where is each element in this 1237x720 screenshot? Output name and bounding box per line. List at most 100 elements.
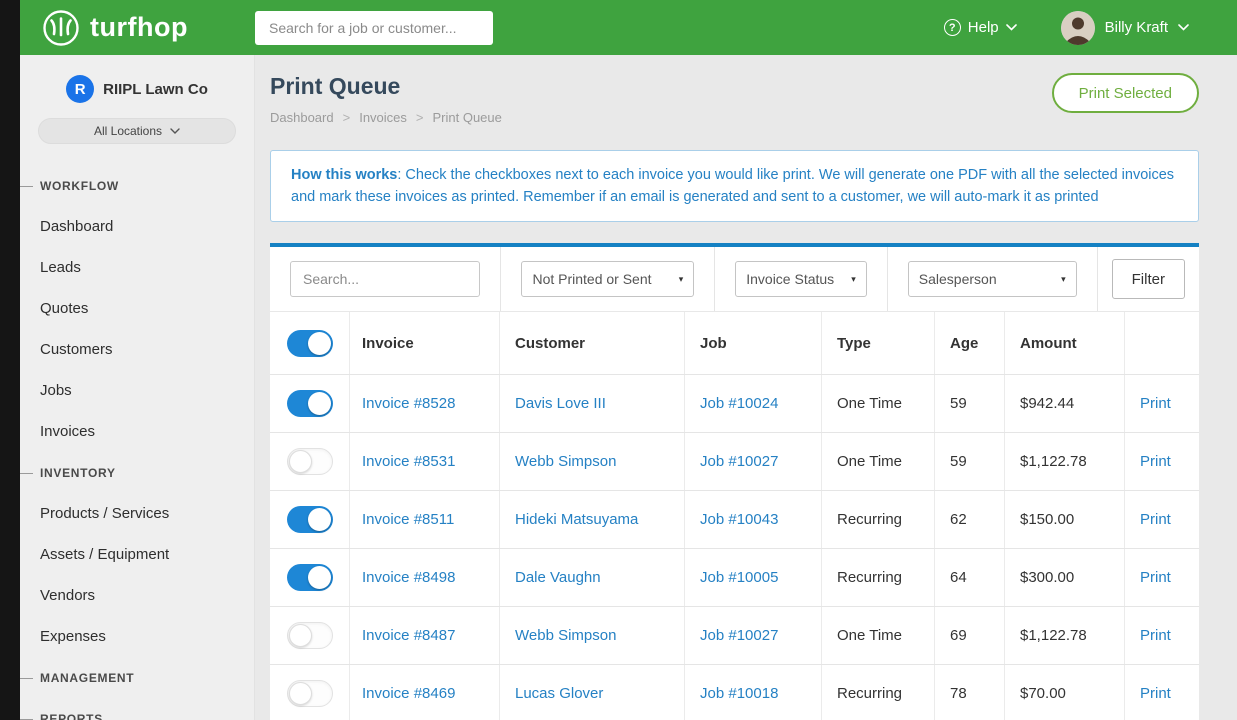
sidebar-item-quotes[interactable]: Quotes <box>20 288 254 329</box>
invoices-table: InvoiceCustomerJobTypeAgeAmountInvoice #… <box>270 312 1199 720</box>
invoice-link[interactable]: Invoice #8469 <box>350 665 500 720</box>
age-cell: 59 <box>935 375 1005 432</box>
invoice-link[interactable]: Invoice #8498 <box>350 549 500 606</box>
toggle-knob <box>308 332 331 355</box>
select-all-toggle[interactable] <box>287 330 333 357</box>
print-link[interactable]: Print <box>1125 549 1199 606</box>
sidebar-item-jobs[interactable]: Jobs <box>20 370 254 411</box>
column-header-age: Age <box>935 312 1005 374</box>
app-logo[interactable]: turfhop <box>42 9 255 47</box>
job-link[interactable]: Job #10043 <box>685 491 822 548</box>
filter-search-cell <box>270 247 501 311</box>
customer-link[interactable]: Webb Simpson <box>500 607 685 664</box>
filter-button[interactable]: Filter <box>1112 259 1185 299</box>
amount-cell: $300.00 <box>1005 549 1125 606</box>
job-link[interactable]: Job #10005 <box>685 549 822 606</box>
row-select-toggle[interactable] <box>287 506 333 533</box>
topbar: turfhop ? Help Billy Kraft <box>20 0 1237 55</box>
age-cell: 64 <box>935 549 1005 606</box>
column-header-amount: Amount <box>1005 312 1125 374</box>
section-dash <box>20 678 33 679</box>
info-box: How this works: Check the checkboxes nex… <box>270 150 1199 222</box>
print-link[interactable]: Print <box>1125 375 1199 432</box>
printed-filter-select[interactable]: Not Printed or Sent ▾ <box>521 261 694 297</box>
sidebar-item-customers[interactable]: Customers <box>20 329 254 370</box>
sidebar: R RIIPL Lawn Co All Locations WORKFLOW Da… <box>20 55 255 720</box>
user-name: Billy Kraft <box>1105 19 1168 36</box>
sidebar-section-inventory: INVENTORY <box>20 452 254 493</box>
salesperson-select[interactable]: Salesperson ▾ <box>908 261 1077 297</box>
sidebar-item-vendors[interactable]: Vendors <box>20 575 254 616</box>
row-select-cell <box>270 433 350 490</box>
row-select-toggle[interactable] <box>287 680 333 707</box>
toggle-knob <box>308 508 331 531</box>
sidebar-item-products-services[interactable]: Products / Services <box>20 493 254 534</box>
sidebar-item-dashboard[interactable]: Dashboard <box>20 206 254 247</box>
row-select-toggle[interactable] <box>287 390 333 417</box>
section-header-label: REPORTS <box>40 712 103 720</box>
breadcrumb-dashboard[interactable]: Dashboard <box>270 110 334 125</box>
customer-link[interactable]: Lucas Glover <box>500 665 685 720</box>
breadcrumb-invoices[interactable]: Invoices <box>359 110 407 125</box>
breadcrumb-separator: > <box>343 110 351 125</box>
job-link[interactable]: Job #10027 <box>685 433 822 490</box>
job-link[interactable]: Job #10024 <box>685 375 822 432</box>
sidebar-section-reports: REPORTS <box>20 698 254 720</box>
filter-printed-cell: Not Printed or Sent ▾ <box>501 247 715 311</box>
left-edge-strip <box>0 0 20 720</box>
type-cell: Recurring <box>822 549 935 606</box>
row-select-toggle[interactable] <box>287 448 333 475</box>
filter-button-cell: Filter <box>1098 247 1199 311</box>
invoice-link[interactable]: Invoice #8528 <box>350 375 500 432</box>
invoice-link[interactable]: Invoice #8487 <box>350 607 500 664</box>
job-link[interactable]: Job #10027 <box>685 607 822 664</box>
age-cell: 59 <box>935 433 1005 490</box>
breadcrumb: Dashboard>Invoices>Print Queue <box>270 110 502 125</box>
sidebar-item-leads[interactable]: Leads <box>20 247 254 288</box>
section-header-label: INVENTORY <box>40 466 116 480</box>
select-all-cell <box>270 312 350 374</box>
location-selector[interactable]: All Locations <box>38 118 236 144</box>
sidebar-section-workflow: WORKFLOW <box>20 165 254 206</box>
customer-link[interactable]: Davis Love III <box>500 375 685 432</box>
section-header-label: MANAGEMENT <box>40 671 134 685</box>
section-header-label: WORKFLOW <box>40 179 119 193</box>
row-select-toggle[interactable] <box>287 622 333 649</box>
sidebar-item-expenses[interactable]: Expenses <box>20 616 254 657</box>
page-header: Print Queue Dashboard>Invoices>Print Que… <box>270 73 1199 125</box>
invoice-status-select[interactable]: Invoice Status ▾ <box>735 261 867 297</box>
row-select-toggle[interactable] <box>287 564 333 591</box>
invoice-link[interactable]: Invoice #8511 <box>350 491 500 548</box>
type-cell: Recurring <box>822 491 935 548</box>
type-cell: Recurring <box>822 665 935 720</box>
company-name: RIIPL Lawn Co <box>103 81 208 98</box>
customer-link[interactable]: Dale Vaughn <box>500 549 685 606</box>
sidebar-item-assets-equipment[interactable]: Assets / Equipment <box>20 534 254 575</box>
row-select-cell <box>270 665 350 720</box>
customer-link[interactable]: Hideki Matsuyama <box>500 491 685 548</box>
column-header-type: Type <box>822 312 935 374</box>
print-link[interactable]: Print <box>1125 491 1199 548</box>
customer-link[interactable]: Webb Simpson <box>500 433 685 490</box>
sidebar-nav: WORKFLOW DashboardLeadsQuotesCustomersJob… <box>20 165 254 720</box>
toggle-knob <box>289 450 312 473</box>
info-box-title: How this works <box>291 167 397 183</box>
help-menu[interactable]: ? Help <box>944 19 1017 36</box>
company-selector[interactable]: R RIIPL Lawn Co <box>20 75 254 103</box>
invoice-link[interactable]: Invoice #8531 <box>350 433 500 490</box>
sidebar-item-invoices[interactable]: Invoices <box>20 411 254 452</box>
select-arrow-icon: ▾ <box>1061 274 1066 285</box>
print-link[interactable]: Print <box>1125 607 1199 664</box>
table-row: Invoice #8528Davis Love IIIJob #10024One… <box>270 375 1199 433</box>
global-search-input[interactable] <box>255 11 493 45</box>
filter-status-cell: Invoice Status ▾ <box>715 247 888 311</box>
job-link[interactable]: Job #10018 <box>685 665 822 720</box>
print-link[interactable]: Print <box>1125 433 1199 490</box>
chevron-down-icon <box>1178 24 1189 31</box>
toggle-knob <box>289 624 312 647</box>
table-search-input[interactable] <box>290 261 480 297</box>
row-select-cell <box>270 491 350 548</box>
print-selected-button[interactable]: Print Selected <box>1052 73 1199 113</box>
user-menu[interactable]: Billy Kraft <box>1061 11 1189 45</box>
print-link[interactable]: Print <box>1125 665 1199 720</box>
